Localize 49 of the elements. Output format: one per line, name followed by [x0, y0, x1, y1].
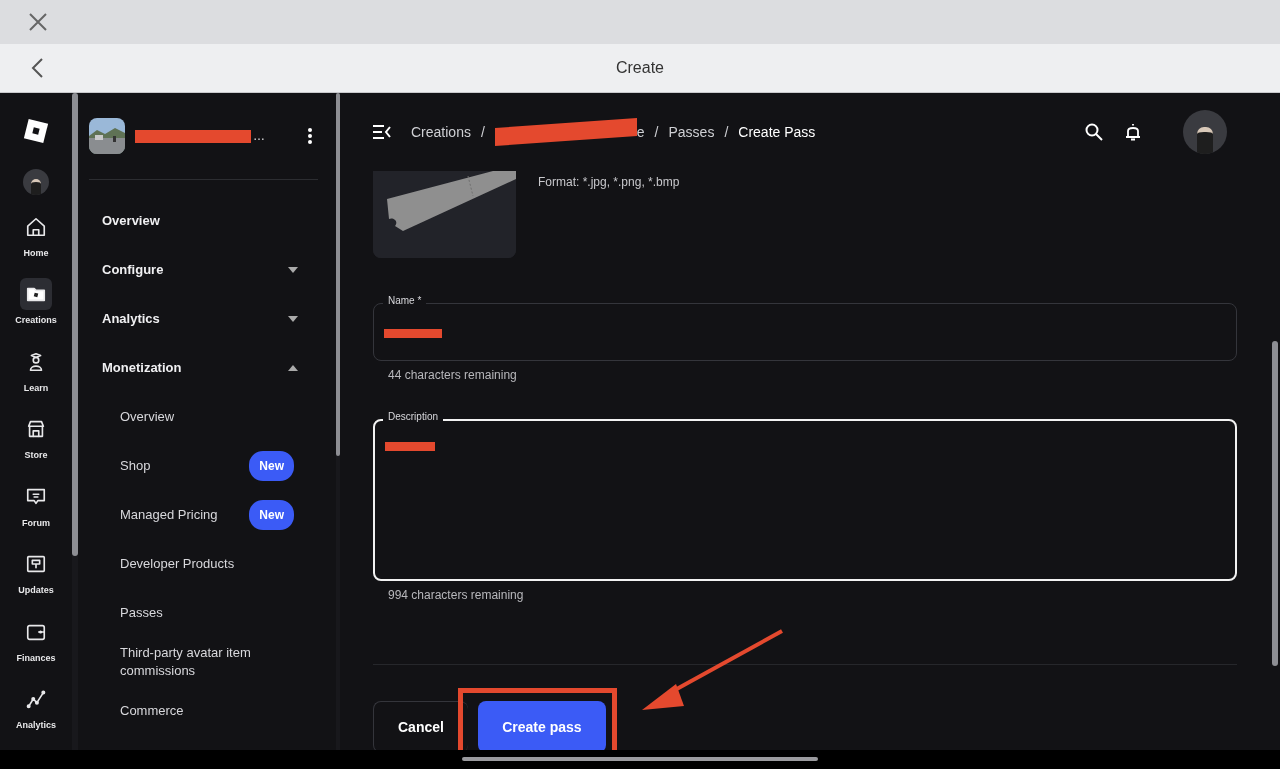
- rail-item[interactable]: Creations: [4, 278, 68, 346]
- nav-subitem[interactable]: Passes: [89, 588, 318, 637]
- nav-subitem[interactable]: Shop New: [89, 441, 318, 490]
- nav-item[interactable]: Analytics: [89, 294, 318, 343]
- rail-item[interactable]: Home: [4, 210, 68, 279]
- rail-item[interactable]: Store: [4, 413, 68, 481]
- character-counter: 994 characters remaining: [387, 587, 525, 602]
- create-button[interactable]: Create pass: [477, 701, 606, 751]
- back-icon[interactable]: [30, 57, 44, 79]
- new-badge: New: [249, 499, 294, 530]
- breadcrumb-separator: /: [724, 124, 729, 140]
- rail-item[interactable]: Finances: [4, 615, 68, 684]
- breadcrumb-separator: /: [654, 124, 659, 140]
- field-label: Name *: [383, 295, 427, 306]
- character-counter: 44 characters remaining: [387, 367, 518, 382]
- new-badge: New: [249, 450, 294, 481]
- breadcrumb-separator: /: [480, 124, 485, 140]
- avatar[interactable]: [23, 168, 49, 195]
- nav-subitem[interactable]: Third-party avatar item commissions: [89, 637, 318, 686]
- scrollbar[interactable]: [336, 93, 340, 751]
- window-title: Create: [616, 59, 664, 77]
- scrollbar[interactable]: [72, 93, 78, 751]
- nav-item[interactable]: Configure: [89, 245, 318, 294]
- bell-icon[interactable]: [1125, 123, 1141, 141]
- rail-item[interactable]: Analytics: [4, 683, 68, 751]
- rail-item[interactable]: Forum: [4, 480, 68, 549]
- nav-subitem[interactable]: Overview: [89, 392, 318, 441]
- nav-item[interactable]: Overview: [89, 196, 318, 245]
- breadcrumb-link[interactable]: Creations: [411, 124, 471, 140]
- format-hint: Format: *.jpg, *.png, *.bmp: [538, 175, 680, 191]
- nav-subitem[interactable]: Developer Products: [89, 539, 318, 588]
- field-label: Description: [383, 411, 444, 422]
- avatar[interactable]: [1183, 110, 1227, 154]
- more-icon[interactable]: [308, 128, 312, 144]
- search-icon[interactable]: [1085, 123, 1103, 141]
- scrollbar[interactable]: [1272, 341, 1278, 666]
- breadcrumb-link[interactable]: Create Pass: [738, 124, 816, 140]
- logo-icon[interactable]: [23, 118, 49, 143]
- breadcrumb-link[interactable]: e: [636, 124, 645, 140]
- collapse-menu-icon[interactable]: [373, 125, 391, 139]
- rail-item[interactable]: Learn: [4, 345, 68, 414]
- nav-subitem[interactable]: Commerce: [89, 686, 318, 735]
- nav-subitem[interactable]: Managed Pricing New: [89, 490, 318, 539]
- breadcrumb-link[interactable]: Passes: [668, 124, 715, 140]
- folder-icon: [20, 278, 52, 311]
- close-icon[interactable]: [28, 12, 48, 32]
- nav-item[interactable]: Monetization: [89, 343, 318, 392]
- experience-title[interactable]: …: [253, 129, 265, 143]
- rail-item[interactable]: Updates: [4, 548, 68, 616]
